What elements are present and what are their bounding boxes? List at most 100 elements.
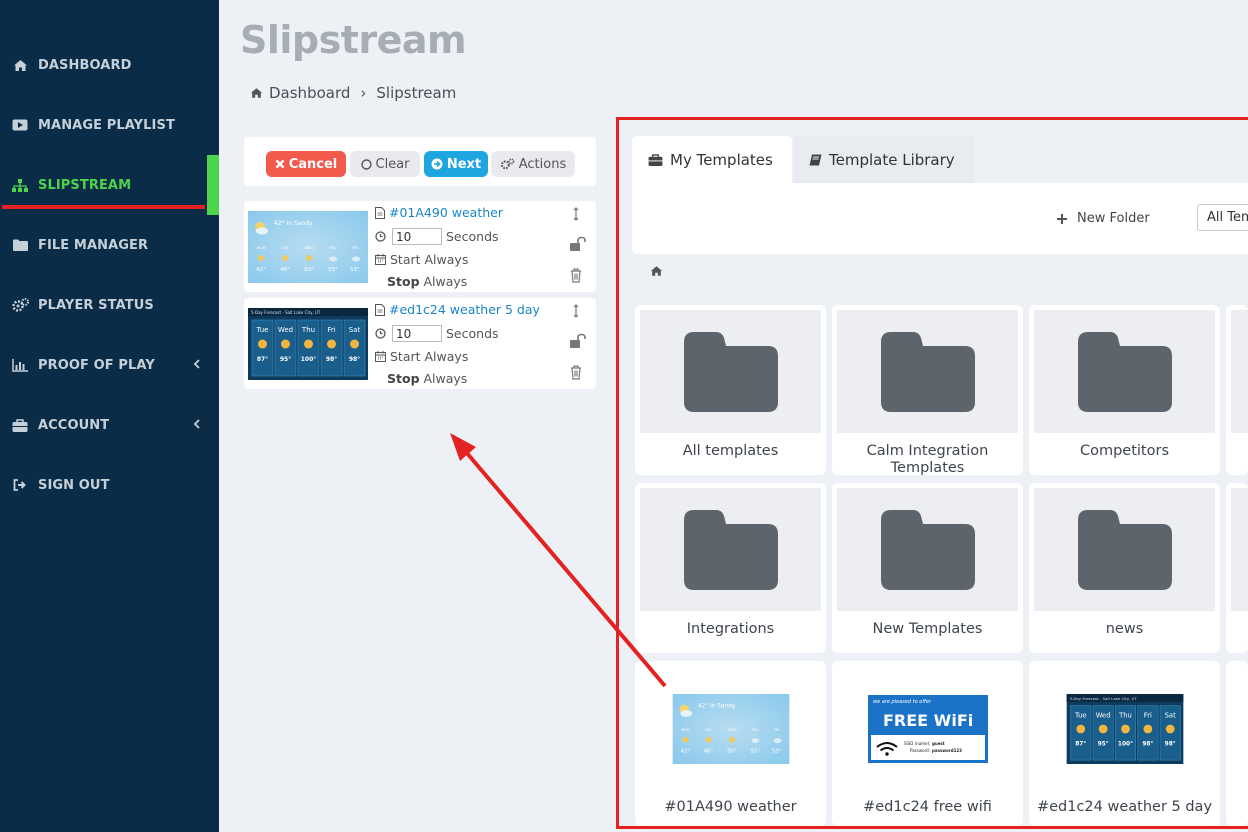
annotation-underline <box>2 205 205 209</box>
sidebar-item-file-manager[interactable]: FILE MANAGER <box>0 215 219 275</box>
active-indicator <box>207 155 219 215</box>
day-label: FRI <box>352 246 358 250</box>
chevron-left-icon <box>193 359 200 369</box>
calendar-icon <box>375 254 386 265</box>
breadcrumb-separator: › <box>360 84 367 102</box>
sidebar-item-label: PROOF OF PLAY <box>38 357 155 373</box>
stop-label: Stop <box>387 371 420 386</box>
day-label: Tue <box>256 326 269 334</box>
playlist-item[interactable]: 5-Day Forecast - Salt Lake City, UT Tue … <box>244 298 596 389</box>
playlist-item-name[interactable]: #ed1c24 weather 5 day <box>375 302 540 317</box>
temp-label: 55° <box>328 267 338 273</box>
temp-label: 42° <box>256 267 266 273</box>
unlock-icon[interactable] <box>569 236 587 252</box>
breadcrumb-link-dashboard[interactable]: Dashboard <box>269 84 350 102</box>
weather-thumbnail: 42° in Sandy MON TUE WED THU FRI 42° 46°… <box>248 211 368 283</box>
actions-button[interactable]: Actions <box>491 151 575 177</box>
page-title: Slipstream <box>240 18 467 62</box>
actions-label: Actions <box>518 156 567 172</box>
gears-icon <box>11 298 29 312</box>
day-label: WED <box>305 246 314 250</box>
bar-chart-icon <box>11 358 29 372</box>
breadcrumb: Dashboard › Slipstream <box>250 84 456 102</box>
playlist-item-title: #ed1c24 weather 5 day <box>389 302 540 317</box>
sitemap-icon <box>11 178 29 192</box>
clock-icon <box>375 328 386 339</box>
next-button[interactable]: Next <box>424 151 488 177</box>
forecast-title: 5-Day Forecast - Salt Lake City, UT <box>251 310 321 315</box>
briefcase-icon <box>11 418 29 432</box>
sidebar-item-label: ACCOUNT <box>38 417 110 433</box>
weather-headline: 42° in Sandy <box>274 220 313 227</box>
clock-icon <box>375 231 386 242</box>
playlist-toolbar: Cancel Clear Next Actions <box>244 137 596 186</box>
day-label: THU <box>328 246 337 250</box>
cancel-button[interactable]: Cancel <box>266 151 346 177</box>
chevron-left-icon <box>193 419 200 429</box>
stop-row[interactable]: Stop Always <box>387 371 467 386</box>
sidebar-item-manage-playlist[interactable]: MANAGE PLAYLIST <box>0 95 219 155</box>
trash-icon[interactable] <box>569 267 583 283</box>
duration-unit: Seconds <box>446 229 499 244</box>
next-label: Next <box>446 156 482 172</box>
high-temp: 98° <box>349 356 360 363</box>
folder-icon <box>11 238 29 252</box>
start-label: Start Always <box>390 252 469 267</box>
breadcrumb-current: Slipstream <box>376 84 457 102</box>
circle-icon <box>360 158 372 170</box>
home-icon <box>11 58 29 72</box>
stop-label: Stop <box>387 274 420 289</box>
sidebar-item-label: SLIPSTREAM <box>38 177 132 193</box>
file-icon <box>375 303 385 316</box>
temp-label: 46° <box>280 267 290 273</box>
sidebar-item-dashboard[interactable]: DASHBOARD <box>0 35 219 95</box>
start-row[interactable]: Start Always <box>375 252 468 267</box>
day-label: TUE <box>280 246 289 250</box>
clear-label: Clear <box>375 156 410 172</box>
play-icon <box>11 118 29 132</box>
stop-value: Always <box>419 274 468 289</box>
arrow-circle-right-icon <box>431 158 443 170</box>
drag-handle-icon[interactable] <box>569 303 583 319</box>
sidebar-item-sign-out[interactable]: SIGN OUT <box>0 455 219 515</box>
temp-label: 50° <box>304 267 314 273</box>
clear-button[interactable]: Clear <box>350 151 420 177</box>
sidebar-item-proof-of-play[interactable]: PROOF OF PLAY <box>0 335 219 395</box>
day-label: Fri <box>327 326 335 334</box>
sidebar: DASHBOARD MANAGE PLAYLIST SLIPSTREAM FIL… <box>0 0 219 832</box>
cancel-label: Cancel <box>288 156 338 172</box>
trash-icon[interactable] <box>569 364 583 380</box>
playlist-item[interactable]: 42° in Sandy MON TUE WED THU FRI 42° 46°… <box>244 201 596 292</box>
day-label: Sat <box>349 326 361 334</box>
duration-row: Seconds <box>375 228 499 245</box>
calendar-icon <box>375 351 386 362</box>
sidebar-item-label: MANAGE PLAYLIST <box>38 117 175 133</box>
unlock-icon[interactable] <box>569 333 587 349</box>
day-label: Wed <box>278 326 293 334</box>
file-icon <box>375 206 385 219</box>
sidebar-item-account[interactable]: ACCOUNT <box>0 395 219 455</box>
sidebar-item-label: PLAYER STATUS <box>38 297 154 313</box>
temp-label: 53° <box>350 267 360 273</box>
close-icon <box>275 159 285 169</box>
drag-handle-icon[interactable] <box>569 206 583 222</box>
sidebar-item-label: DASHBOARD <box>38 57 132 73</box>
duration-unit: Seconds <box>446 326 499 341</box>
start-label: Start Always <box>390 349 469 364</box>
duration-input[interactable] <box>392 325 442 342</box>
home-icon <box>250 88 263 98</box>
playlist-item-name[interactable]: #01A490 weather <box>375 205 503 220</box>
day-label: MON <box>257 246 266 250</box>
sidebar-item-player-status[interactable]: PLAYER STATUS <box>0 275 219 335</box>
high-temp: 100° <box>301 356 317 363</box>
start-row[interactable]: Start Always <box>375 349 468 364</box>
gears-icon <box>500 158 515 170</box>
duration-row: Seconds <box>375 325 499 342</box>
stop-row[interactable]: Stop Always <box>387 274 467 289</box>
high-temp: 95° <box>280 356 291 363</box>
annotation-highlight-box <box>616 117 1248 829</box>
high-temp: 87° <box>257 356 268 363</box>
sidebar-item-label: FILE MANAGER <box>38 237 149 253</box>
duration-input[interactable] <box>392 228 442 245</box>
sign-out-icon <box>11 478 29 492</box>
